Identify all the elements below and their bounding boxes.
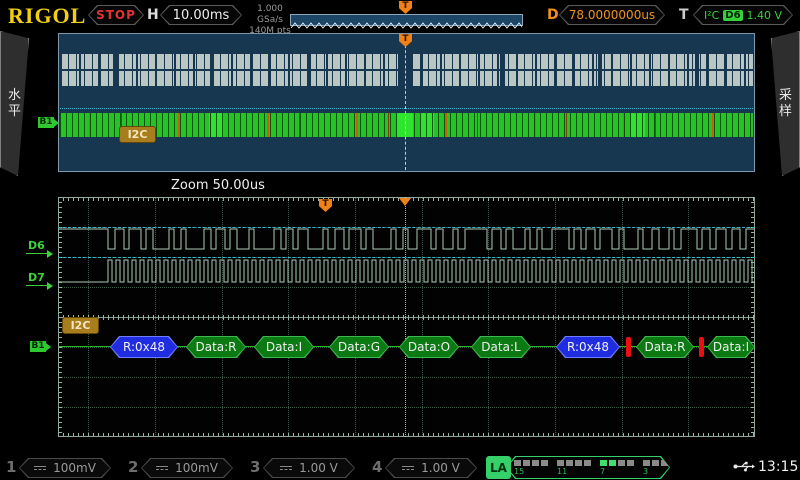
la-channel-10 [566, 460, 573, 466]
timebase-badge[interactable]: 10.00ms [160, 5, 242, 25]
la-channel-11 [557, 460, 564, 466]
la-group-label: 15 [514, 467, 524, 476]
dc-coupling-icon [402, 466, 414, 471]
timebase-value: 10.00ms [173, 8, 230, 23]
decode-error-mark [626, 337, 631, 357]
timebase-scrollbar[interactable] [290, 14, 523, 26]
channel-1-number[interactable]: 1 [6, 458, 16, 476]
decode-frame-text: Data:R [195, 340, 236, 354]
decode-frame-data: Data:O [399, 336, 459, 358]
overview-waveform-window[interactable]: I2C [58, 33, 755, 172]
decode-frame-text: Data:I [266, 340, 302, 354]
channel-4-badge[interactable]: 1.00 V [385, 458, 477, 478]
run-state-label: STOP [96, 8, 136, 22]
decode-frame-data: Data:R [186, 336, 246, 358]
menu-tab-sampling[interactable]: 采样 [771, 31, 800, 176]
run-state-badge[interactable]: STOP [88, 5, 144, 25]
decode-frame-text: Data:I [713, 340, 749, 354]
dc-coupling-icon [156, 466, 168, 471]
decode-frame-data: Data:L [471, 336, 531, 358]
la-channel-9 [575, 460, 582, 466]
digital-waveforms [58, 197, 755, 437]
la-channels-badge[interactable]: 15 11 7 3 [506, 456, 670, 479]
zoom-timebase-label: Zoom 50.00us [171, 178, 265, 193]
la-channel-8 [584, 460, 591, 466]
channel-1-badge[interactable]: 100mV [19, 458, 111, 478]
la-badge[interactable]: LA [486, 456, 511, 479]
la-channel-14 [523, 460, 530, 466]
trigger-position-marker[interactable]: T [399, 1, 412, 14]
decode-frame-data: Data:I [254, 336, 314, 358]
horizontal-label: H [147, 7, 159, 23]
zoom-waveform-window[interactable] [58, 197, 755, 437]
decode-frame-text: Data:O [408, 340, 450, 354]
trigger-label: T [679, 7, 689, 23]
trigger-level: 1.40 V [747, 9, 783, 22]
dc-coupling-icon [34, 466, 46, 471]
channel-2-badge[interactable]: 100mV [141, 458, 233, 478]
channel-4-scale: 1.00 V [421, 461, 460, 475]
bus-position-line [60, 108, 753, 109]
bus-type-badge-zoom[interactable]: I2C [62, 317, 99, 334]
channel-d6-label[interactable]: D6 [26, 239, 47, 254]
la-channel-0 [670, 460, 677, 466]
waveform-thumbnail [291, 20, 522, 30]
decode-frame-data: Data:G [329, 336, 389, 358]
trigger-position-line [405, 35, 406, 170]
menu-tab-horizontal-label: 水平 [7, 88, 22, 120]
usb-icon [733, 461, 755, 472]
decode-frame-text: Data:L [481, 340, 520, 354]
d7-waveform [58, 260, 755, 282]
channel-2-scale: 100mV [175, 461, 218, 475]
decode-frame-data: Data:I [707, 336, 755, 358]
decode-frame-address: R:0x48 [556, 336, 620, 358]
la-group-label: 3 [643, 467, 648, 476]
menu-tab-sampling-label: 采样 [778, 88, 793, 120]
bus-b1-label[interactable]: B1 [38, 117, 54, 128]
la-channel-5 [618, 460, 625, 466]
la-channel-13 [532, 460, 539, 466]
la-channel-indicators: 15 11 7 3 [514, 459, 662, 476]
delay-value: 78.0000000us [569, 8, 655, 22]
la-channel-3 [643, 460, 650, 466]
decode-error-mark [699, 337, 704, 357]
channel-1-scale: 100mV [53, 461, 96, 475]
channel-3-badge[interactable]: 1.00 V [263, 458, 355, 478]
la-group-label: 7 [600, 467, 605, 476]
la-channel-6 [609, 460, 616, 466]
decode-frame-text: R:0x48 [123, 340, 165, 354]
rigol-logo: RIGOL [8, 3, 86, 29]
la-group-label: 11 [557, 467, 567, 476]
menu-tab-horizontal[interactable]: 水平 [0, 31, 29, 176]
channel-d7-label[interactable]: D7 [26, 271, 47, 286]
channel-3-number[interactable]: 3 [250, 458, 260, 476]
d6-waveform [58, 229, 755, 249]
la-channel-7 [600, 460, 607, 466]
la-channel-15 [514, 460, 521, 466]
channel-2-number[interactable]: 2 [128, 458, 138, 476]
la-channel-12 [541, 460, 548, 466]
decode-frame-text: Data:G [338, 340, 380, 354]
channel-4-number[interactable]: 4 [372, 458, 382, 476]
dc-coupling-icon [280, 466, 292, 471]
decode-frame-text: R:0x48 [567, 340, 609, 354]
decode-frame-address: R:0x48 [110, 336, 178, 358]
bus-b1-label-zoom[interactable]: B1 [30, 341, 46, 352]
delay-badge[interactable]: 78.0000000us [559, 5, 665, 25]
i2c-decode-row: R:0x48 Data:R Data:I Data:G Data:O Data:L R:0x… [58, 336, 755, 358]
la-channel-1 [661, 460, 668, 466]
bus-type-badge[interactable]: I2C [119, 126, 156, 143]
trigger-settings-badge[interactable]: I²C D6 1.40 V [693, 5, 793, 25]
decode-frame-text: Data:R [644, 340, 685, 354]
delay-label: D [547, 7, 559, 23]
decode-frame-data: Data:R [636, 336, 694, 358]
clock: 13:15 [758, 459, 798, 475]
trigger-source: D6 [723, 10, 742, 21]
la-channel-4 [627, 460, 634, 466]
trigger-type: I²C [704, 9, 719, 22]
la-channel-2 [652, 460, 659, 466]
sample-rate: 1.000 GSa/s [243, 4, 297, 26]
channel-3-scale: 1.00 V [299, 461, 338, 475]
